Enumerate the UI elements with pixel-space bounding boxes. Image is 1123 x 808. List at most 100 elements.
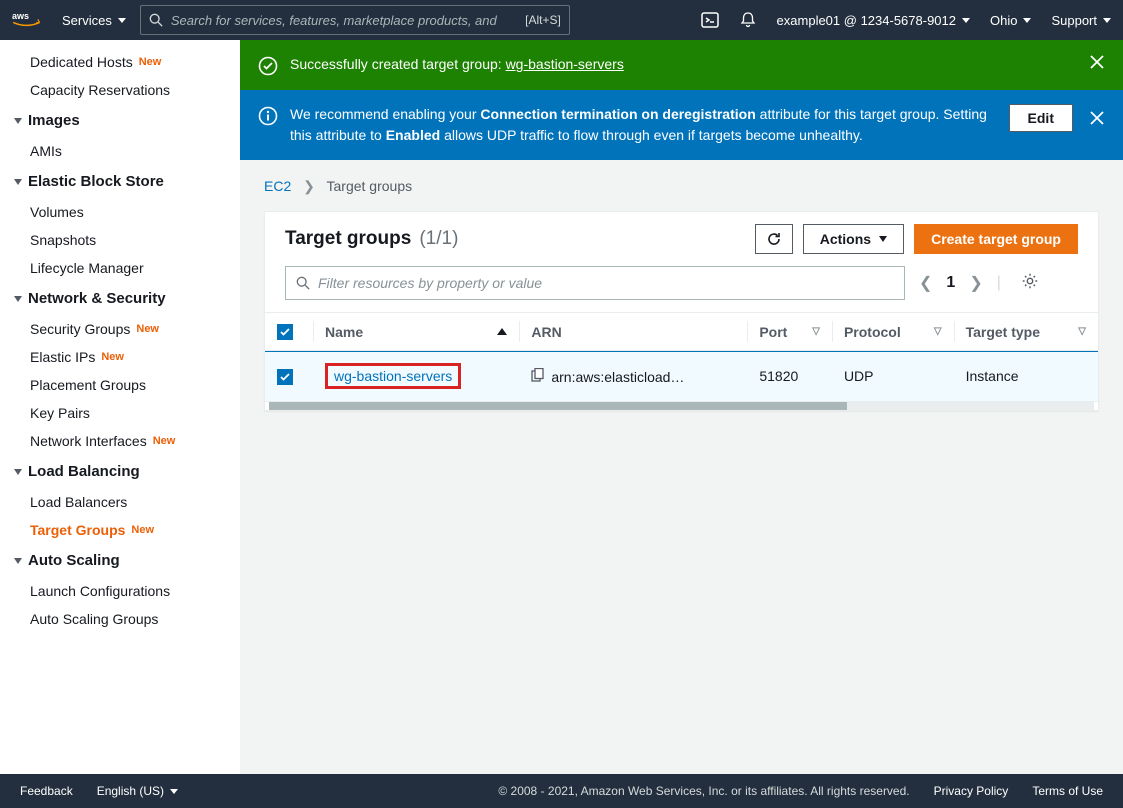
col-label: ARN — [531, 324, 561, 340]
nav-lifecycle-manager[interactable]: Lifecycle Manager — [0, 254, 240, 282]
support-menu[interactable]: Support — [1051, 13, 1111, 28]
close-icon[interactable] — [1089, 110, 1105, 126]
section-ebs[interactable]: Elastic Block Store — [0, 165, 240, 198]
gear-icon — [1021, 272, 1039, 290]
notifications-icon[interactable] — [739, 11, 757, 29]
highlight-box: wg-bastion-servers — [325, 363, 461, 389]
filter-input-wrap[interactable] — [285, 266, 905, 300]
services-label: Services — [62, 13, 112, 28]
nav-label: Elastic IPs — [30, 349, 95, 365]
triangle-down-icon — [14, 118, 22, 124]
next-page-button[interactable]: ❯ — [969, 273, 982, 293]
nav-auto-scaling-groups[interactable]: Auto Scaling Groups — [0, 605, 240, 633]
triangle-down-icon — [14, 558, 22, 564]
new-badge: New — [131, 524, 154, 536]
select-all-checkbox[interactable] — [277, 324, 293, 340]
success-link[interactable]: wg-bastion-servers — [506, 56, 624, 72]
nav-volumes[interactable]: Volumes — [0, 198, 240, 226]
col-target-type[interactable]: Target type ▽ — [954, 313, 1098, 351]
terms-link[interactable]: Terms of Use — [1032, 784, 1103, 798]
global-search[interactable]: [Alt+S] — [140, 5, 570, 35]
sidebar: Dedicated HostsNew Capacity Reservations… — [0, 40, 240, 774]
nav-label: Launch Configurations — [30, 583, 170, 599]
nav-label: Capacity Reservations — [30, 82, 170, 98]
create-target-group-button[interactable]: Create target group — [914, 224, 1078, 254]
nav-load-balancers[interactable]: Load Balancers — [0, 488, 240, 516]
prev-page-button[interactable]: ❮ — [919, 273, 932, 293]
section-auto-scaling[interactable]: Auto Scaling — [0, 544, 240, 577]
nav-key-pairs[interactable]: Key Pairs — [0, 399, 240, 427]
search-icon — [296, 276, 310, 290]
svg-text:aws: aws — [12, 11, 29, 21]
refresh-button[interactable] — [755, 224, 793, 254]
actions-button[interactable]: Actions — [803, 224, 904, 254]
section-images[interactable]: Images — [0, 104, 240, 137]
nav-dedicated-hosts[interactable]: Dedicated HostsNew — [0, 48, 240, 76]
nav-capacity-reservations[interactable]: Capacity Reservations — [0, 76, 240, 104]
horizontal-scrollbar[interactable] — [269, 402, 1094, 410]
edit-button[interactable]: Edit — [1009, 104, 1073, 132]
search-input[interactable] — [171, 13, 517, 28]
col-arn[interactable]: ARN — [519, 313, 747, 351]
section-title: Images — [28, 112, 80, 129]
col-name[interactable]: Name — [313, 313, 519, 351]
col-protocol[interactable]: Protocol▽ — [832, 313, 954, 351]
nav-label: Security Groups — [30, 321, 130, 337]
col-label: Name — [325, 324, 363, 340]
nav-snapshots[interactable]: Snapshots — [0, 226, 240, 254]
info-b2: Enabled — [386, 127, 440, 143]
nav-label: Dedicated Hosts — [30, 54, 133, 70]
col-label: Protocol — [844, 324, 901, 340]
col-label: Target type — [966, 324, 1040, 340]
nav-label: Target Groups — [30, 522, 125, 538]
nav-amis[interactable]: AMIs — [0, 137, 240, 165]
language-menu[interactable]: English (US) — [97, 784, 178, 798]
search-icon — [149, 13, 163, 27]
content-area: Successfully created target group: wg-ba… — [240, 40, 1123, 774]
region-menu[interactable]: Ohio — [990, 13, 1031, 28]
support-label: Support — [1051, 13, 1097, 28]
section-title: Auto Scaling — [28, 552, 120, 569]
refresh-icon — [766, 231, 782, 247]
nav-label: Key Pairs — [30, 405, 90, 421]
privacy-link[interactable]: Privacy Policy — [934, 784, 1009, 798]
filter-input[interactable] — [318, 275, 894, 291]
caret-down-icon — [170, 789, 178, 794]
nav-network-interfaces[interactable]: Network InterfacesNew — [0, 427, 240, 455]
col-port[interactable]: Port▽ — [747, 313, 832, 351]
nav-label: Placement Groups — [30, 377, 146, 393]
cloudshell-icon[interactable] — [701, 11, 719, 29]
panel-count: (1/1) — [419, 228, 458, 250]
feedback-link[interactable]: Feedback — [20, 784, 73, 798]
nav-target-groups[interactable]: Target Groups New — [0, 516, 240, 544]
nav-label: Snapshots — [30, 232, 96, 248]
section-network-security[interactable]: Network & Security — [0, 282, 240, 315]
triangle-down-icon — [14, 296, 22, 302]
nav-elastic-ips[interactable]: Elastic IPsNew — [0, 343, 240, 371]
pagination: ❮ 1 ❯ | — [919, 272, 1039, 295]
cell-port: 51820 — [747, 351, 832, 402]
copy-icon[interactable] — [531, 369, 545, 385]
nav-label: Load Balancers — [30, 494, 127, 510]
account-menu[interactable]: example01 @ 1234-5678-9012 — [777, 13, 970, 28]
aws-logo[interactable]: aws — [12, 9, 48, 31]
triangle-down-icon — [14, 469, 22, 475]
breadcrumb: EC2 ❯ Target groups — [264, 178, 1099, 195]
nav-label: AMIs — [30, 143, 62, 159]
cell-target-type: Instance — [954, 351, 1098, 402]
target-group-link[interactable]: wg-bastion-servers — [334, 368, 452, 384]
breadcrumb-root[interactable]: EC2 — [264, 178, 291, 194]
services-menu[interactable]: Services — [62, 13, 126, 28]
language-label: English (US) — [97, 784, 164, 798]
nav-placement-groups[interactable]: Placement Groups — [0, 371, 240, 399]
nav-label: Network Interfaces — [30, 433, 147, 449]
nav-security-groups[interactable]: Security GroupsNew — [0, 315, 240, 343]
close-icon[interactable] — [1089, 54, 1105, 70]
nav-launch-configurations[interactable]: Launch Configurations — [0, 577, 240, 605]
nav-label: Volumes — [30, 204, 84, 220]
sort-icon: ▽ — [1078, 326, 1086, 337]
settings-button[interactable] — [1021, 272, 1039, 295]
table-row[interactable]: wg-bastion-servers arn:aws:elasticload… … — [265, 351, 1098, 402]
section-load-balancing[interactable]: Load Balancing — [0, 455, 240, 488]
row-checkbox[interactable] — [277, 369, 293, 385]
